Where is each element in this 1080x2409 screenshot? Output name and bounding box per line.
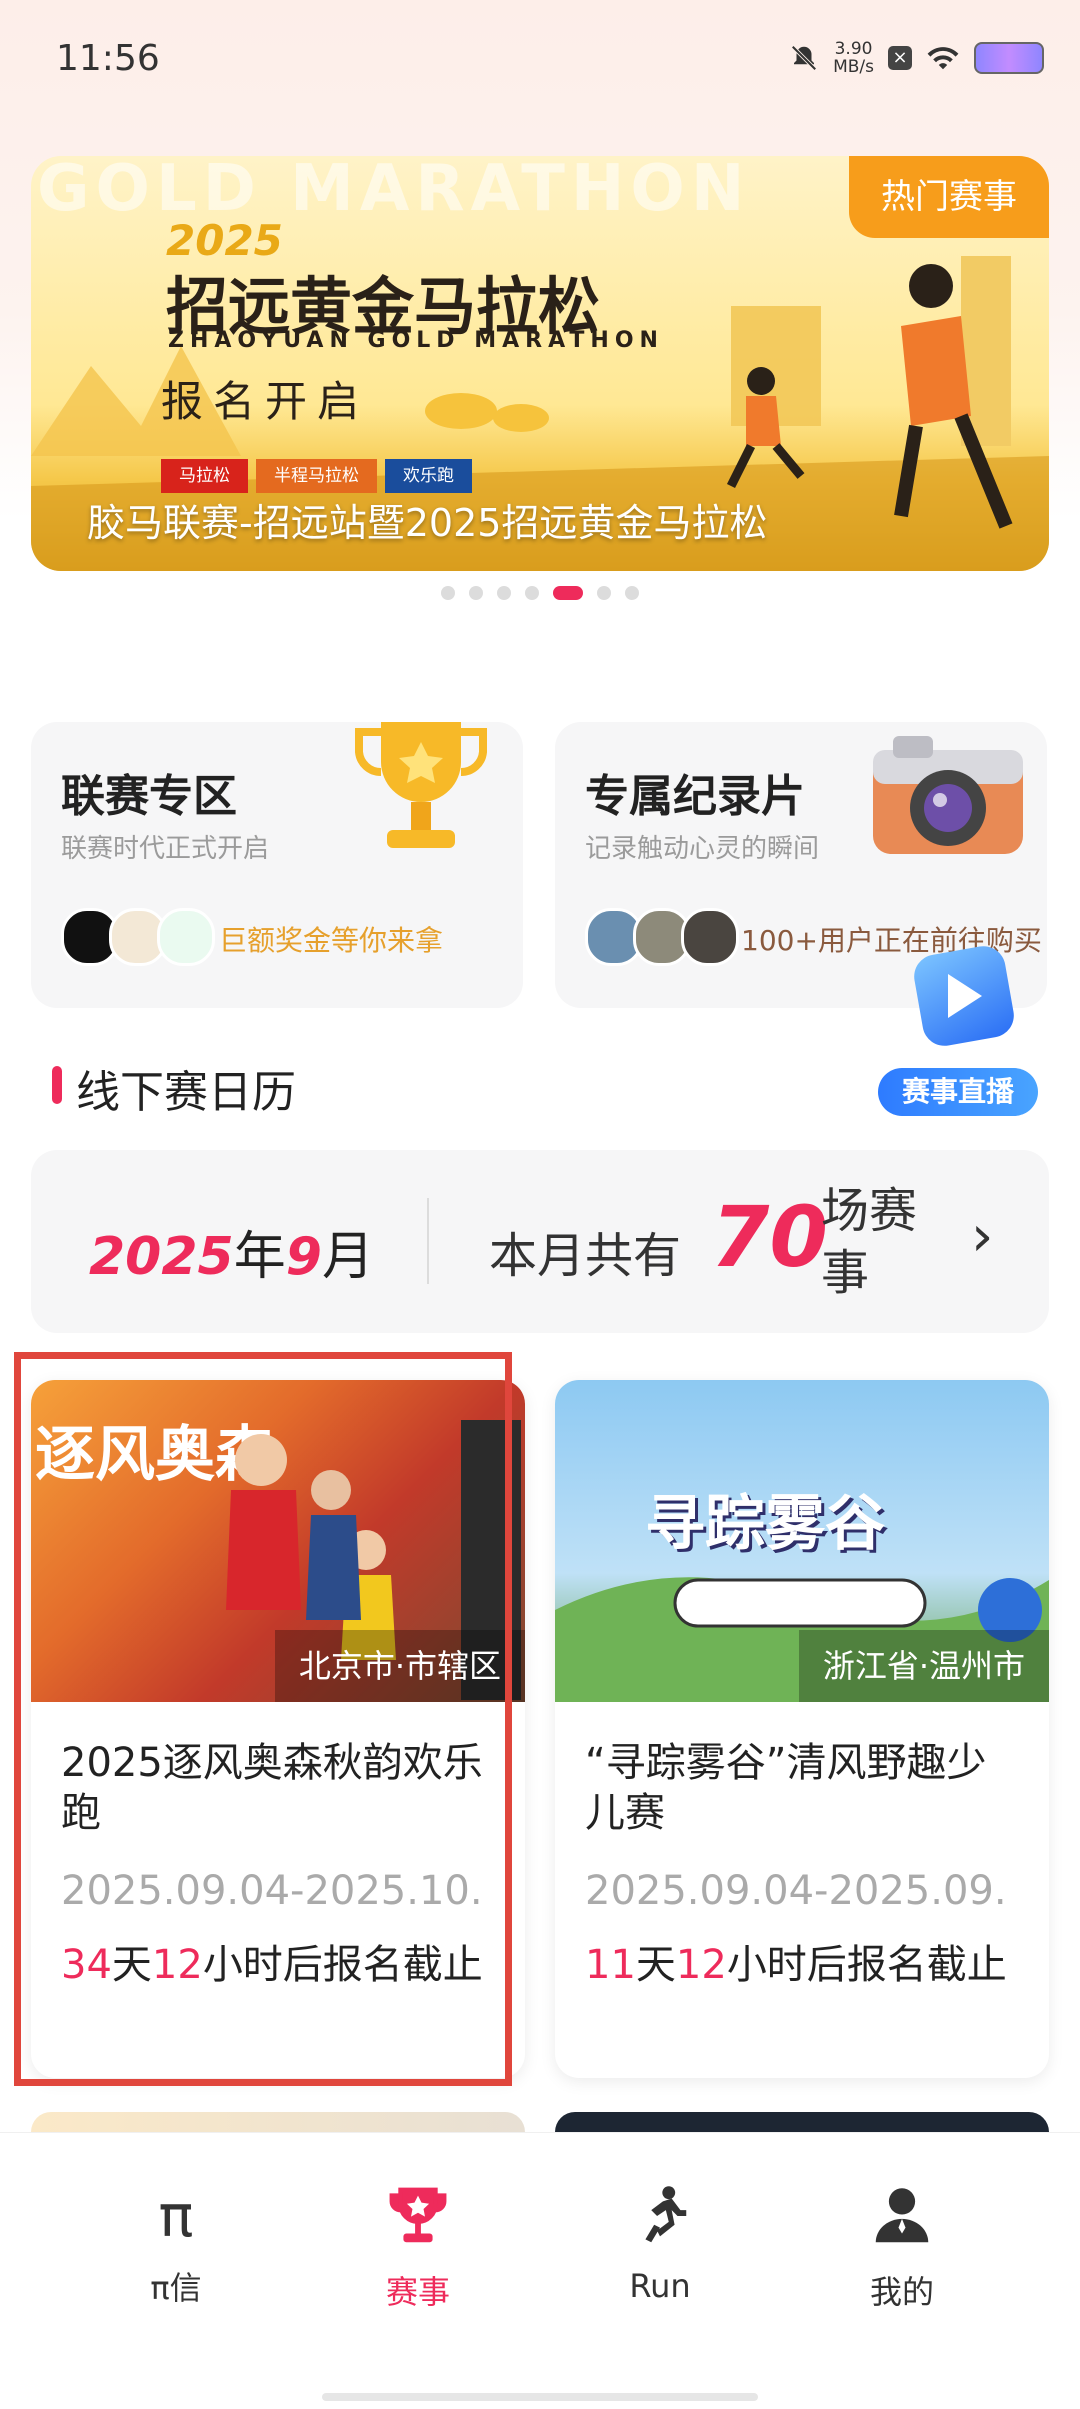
pagination-dot[interactable] <box>441 586 455 600</box>
trophy-icon <box>389 2187 447 2243</box>
play-icon <box>948 974 982 1018</box>
pagination-dot[interactable] <box>525 586 539 600</box>
event-deadline: 11天12小时后报名截止 <box>585 1942 1007 1988</box>
nav-label: 赛事 <box>385 2273 450 2311</box>
banner-caption: 胶马联赛-招远站暨2025招远黄金马拉松 <box>87 501 768 545</box>
event-title: “寻踪雾谷”清风野趣少儿赛 <box>585 1740 987 1836</box>
calendar-month[interactable]: 2025年9月 <box>89 1214 374 1289</box>
chevron-right-icon[interactable]: › <box>971 1204 993 1269</box>
battery-icon <box>974 42 1044 74</box>
pagination-dot[interactable] <box>597 586 611 600</box>
status-icons: 3.90 MB/s × <box>789 40 1044 76</box>
pagination-dot[interactable] <box>553 586 583 600</box>
badge-half-marathon: 半程马拉松 <box>256 459 377 493</box>
league-zone-title: 联赛专区 <box>61 771 237 822</box>
event-location: 浙江省·温州市 <box>798 1630 1049 1702</box>
selection-highlight <box>14 1352 512 2086</box>
banner-pagination <box>0 586 1080 600</box>
pagination-dot[interactable] <box>497 586 511 600</box>
pagination-dot[interactable] <box>625 586 639 600</box>
league-zone-card[interactable]: 联赛专区 联赛时代正式开启 巨额奖金等你来拿 <box>31 722 523 1008</box>
league-zone-note: 巨额奖金等你来拿 <box>219 924 444 957</box>
pi-icon: π <box>158 2182 194 2250</box>
event-card[interactable]: 寻踪雾谷 浙江省·温州市 “寻踪雾谷”清风野趣少儿赛 2025.09.04-20… <box>555 1380 1049 2078</box>
notification-x-icon: × <box>888 46 912 70</box>
trophy-icon <box>355 722 487 848</box>
pagination-dot[interactable] <box>469 586 483 600</box>
banner-title-en: ZHAOYUAN GOLD MARATHON <box>168 328 664 353</box>
runner-icon <box>645 2186 687 2243</box>
nav-item-events[interactable]: 赛事 <box>338 2181 498 2313</box>
documentary-title: 专属纪录片 <box>585 771 805 822</box>
calendar-count-suffix: 场赛事 <box>821 1183 918 1301</box>
divider <box>427 1198 429 1284</box>
home-indicator[interactable] <box>322 2393 758 2401</box>
user-icon <box>875 2188 929 2243</box>
event-image-word: 寻踪雾谷 <box>645 1489 885 1559</box>
hot-events-tag: 热门赛事 <box>849 156 1049 238</box>
buyer-avatars <box>585 908 739 966</box>
calendar-count-prefix: 本月共有 <box>489 1228 682 1284</box>
badge-marathon: 马拉松 <box>161 459 248 493</box>
banner-open-text: 报名开启 <box>161 377 370 426</box>
nav-label: Run <box>629 2267 691 2305</box>
calendar-section-title: 线下赛日历 <box>76 1067 296 1118</box>
bottom-nav: π π信 赛事 Run 我的 <box>0 2132 1080 2409</box>
promo-banner[interactable]: GOLD MARATHON 热门赛事 2025 招远黄金马拉松 ZHAOYUAN… <box>31 156 1049 571</box>
network-speed: 3.90 MB/s <box>833 39 874 77</box>
status-bar: 11:56 3.90 MB/s × <box>0 0 1080 120</box>
live-stream-button[interactable]: 赛事直播 <box>878 942 1038 1118</box>
league-logos <box>61 908 215 966</box>
avatar <box>681 908 739 966</box>
calendar-summary[interactable]: 2025年9月 本月共有 70 场赛事 › <box>31 1150 1049 1333</box>
event-date: 2025.09.04-2025.09. <box>585 1868 1007 1914</box>
section-marker <box>52 1066 62 1104</box>
banner-badges: 马拉松 半程马拉松 欢乐跑 <box>161 459 472 493</box>
camera-icon <box>873 736 1023 854</box>
nav-item-pi-message[interactable]: π π信 <box>96 2181 256 2309</box>
badge-fun-run: 欢乐跑 <box>385 459 472 493</box>
wifi-icon <box>927 47 959 70</box>
nav-label: 我的 <box>869 2273 934 2311</box>
nav-item-me[interactable]: 我的 <box>822 2181 982 2313</box>
live-stream-label: 赛事直播 <box>878 1068 1038 1116</box>
calendar-count: 70 <box>711 1188 828 1286</box>
nav-item-run[interactable]: Run <box>580 2181 740 2305</box>
mute-bell-icon <box>791 45 817 71</box>
status-time: 11:56 <box>56 38 160 79</box>
league-zone-subtitle: 联赛时代正式开启 <box>61 834 270 864</box>
avatar <box>157 908 215 966</box>
nav-label: π信 <box>150 2269 202 2307</box>
documentary-subtitle: 记录触动心灵的瞬间 <box>585 834 820 864</box>
event-image: 寻踪雾谷 浙江省·温州市 <box>555 1380 1049 1702</box>
